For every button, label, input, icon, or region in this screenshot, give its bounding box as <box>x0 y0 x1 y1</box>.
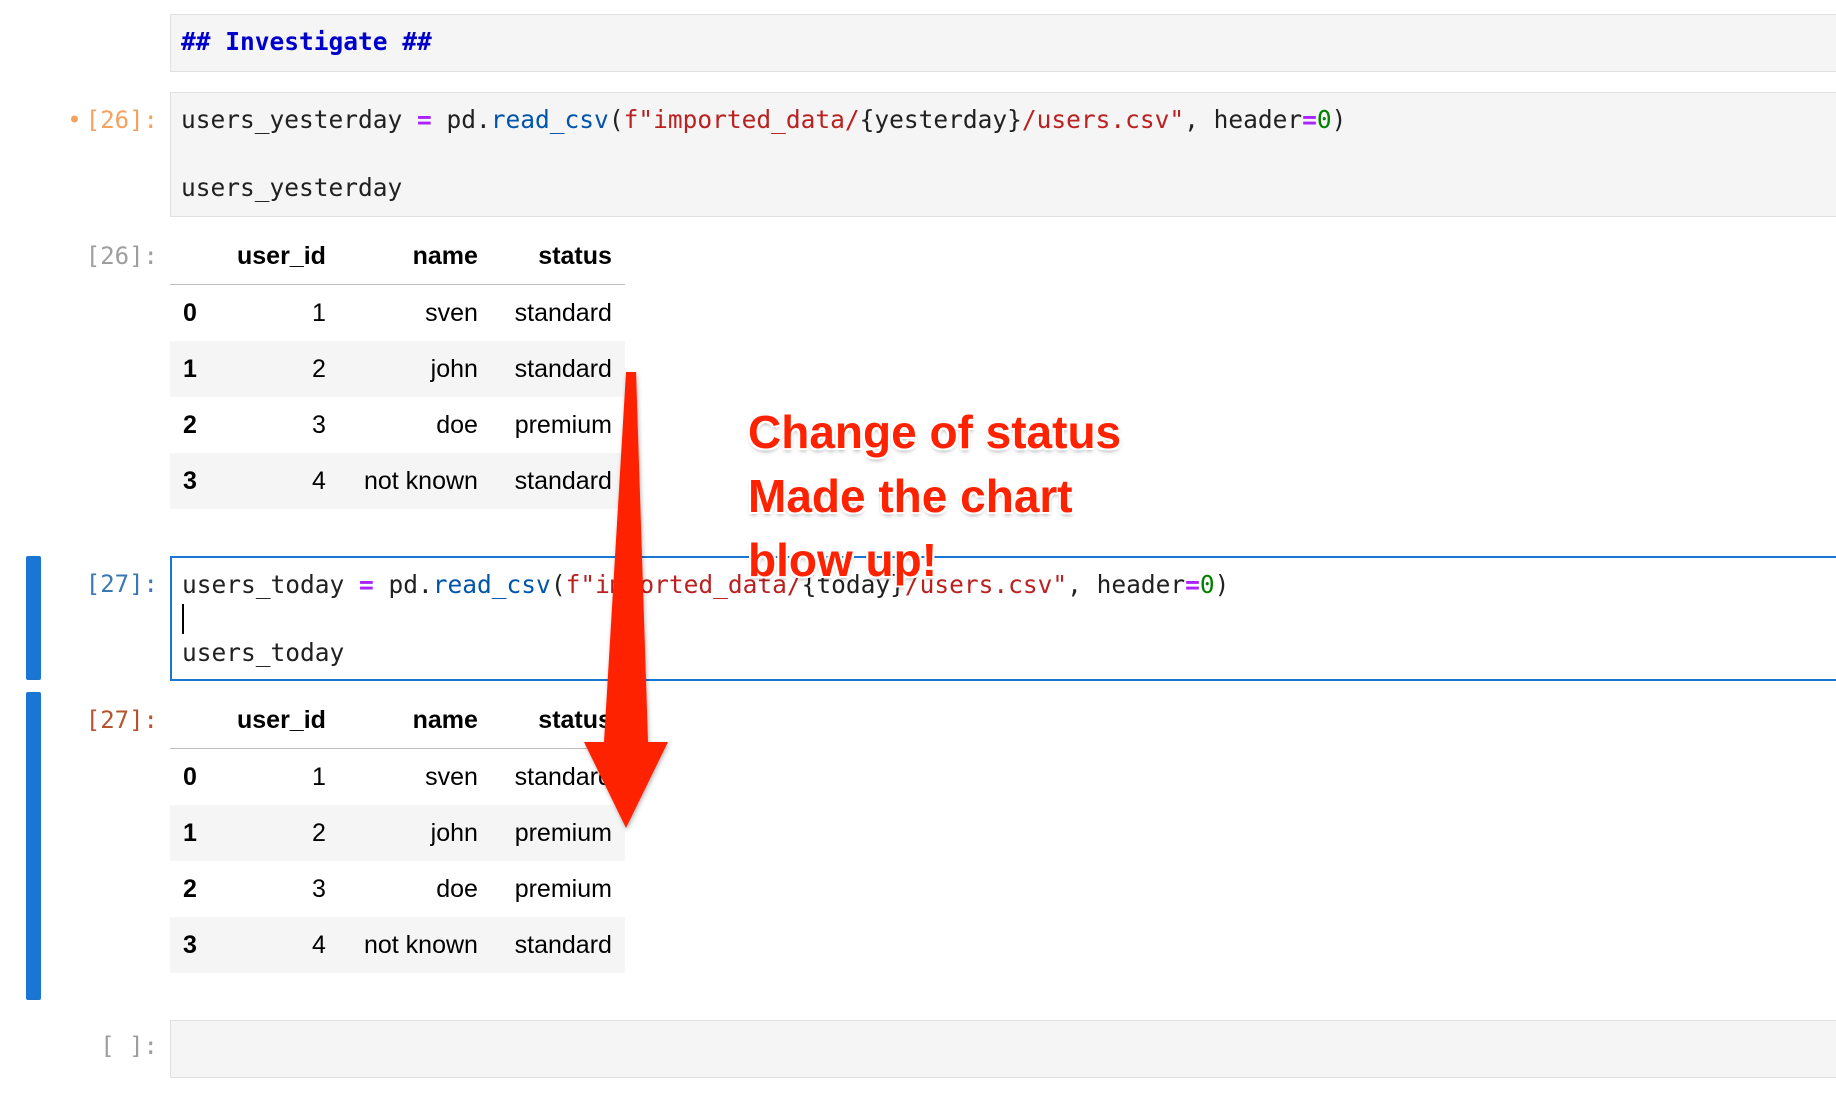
cell-26-in-prompt: • [26]: <box>40 106 158 134</box>
cell-user-id: 2 <box>312 818 326 847</box>
cell-status: premium <box>514 818 612 847</box>
cell-name: sven <box>425 298 478 327</box>
cell-name: not known <box>363 466 478 495</box>
annotation-line: blow up! <box>748 534 938 586</box>
row-index: 3 <box>183 466 197 495</box>
cell-name: sven <box>425 762 478 791</box>
column-header: status <box>490 228 625 285</box>
cell-name: john <box>430 818 478 847</box>
column-header: user_id <box>224 692 339 749</box>
cell-26-code-editor[interactable]: users_yesterday = pd.read_csv(f"imported… <box>170 92 1836 217</box>
cell-name: not known <box>363 930 478 959</box>
cell-27-code-line-2: users_today <box>182 638 345 667</box>
unsaved-dot-icon: • <box>67 106 82 134</box>
cell-name: john <box>430 354 478 383</box>
annotation-line: Made the chart <box>748 470 1073 522</box>
table-row: 0 1 sven standard <box>170 284 625 341</box>
row-index: 3 <box>183 930 197 959</box>
cell-user-id: 3 <box>312 410 326 439</box>
row-index: 2 <box>183 874 197 903</box>
table-row: 3 4 not known standard <box>170 917 625 973</box>
cell-name: doe <box>436 410 478 439</box>
cell-27-output-table: user_id name status 0 1 sven standard 1 … <box>170 692 625 973</box>
row-index: 1 <box>183 818 197 847</box>
markdown-heading: ## Investigate ## <box>181 27 432 56</box>
cell-26-output-table: user_id name status 0 1 sven standard 1 … <box>170 228 625 509</box>
cell-27-out-prompt: [27]: <box>85 706 158 734</box>
cell-user-id: 2 <box>312 354 326 383</box>
table-row: 2 3 doe premium <box>170 861 625 917</box>
index-header <box>170 692 224 749</box>
column-header: user_id <box>224 228 339 285</box>
table-header-row: user_id name status <box>170 228 625 285</box>
cell-status: standard <box>514 930 612 959</box>
active-cell-output-bar[interactable] <box>26 692 41 1000</box>
row-index: 1 <box>183 354 197 383</box>
cell-26-code-line-2: users_yesterday <box>181 173 403 202</box>
cell-user-id: 3 <box>312 874 326 903</box>
cell-user-id: 4 <box>312 466 326 495</box>
cell-status: standard <box>514 298 612 327</box>
row-index: 0 <box>183 762 197 791</box>
cell-user-id: 1 <box>312 298 326 327</box>
row-index: 0 <box>183 298 197 327</box>
cell-27-in-prompt: [27]: <box>85 570 158 598</box>
table-row: 3 4 not known standard <box>170 453 625 509</box>
cell-user-id: 1 <box>312 762 326 791</box>
cell-status: standard <box>514 762 612 791</box>
text-cursor <box>182 604 184 634</box>
table-row: 0 1 sven standard <box>170 748 625 805</box>
cell-26-in-prompt-label: [26]: <box>85 106 158 134</box>
row-index: 2 <box>183 410 197 439</box>
cell-name: doe <box>436 874 478 903</box>
table-header-row: user_id name status <box>170 692 625 749</box>
active-cell-input-bar[interactable] <box>26 556 41 680</box>
annotation-line: Change of status <box>748 406 1122 458</box>
index-header <box>170 228 224 285</box>
cell-26-code-line-1: users_yesterday = pd.read_csv(f"imported… <box>181 105 1347 134</box>
cell-status: premium <box>514 874 612 903</box>
table-row: 2 3 doe premium <box>170 397 625 453</box>
column-header: status <box>490 692 625 749</box>
column-header: name <box>338 228 491 285</box>
cell-status: premium <box>514 410 612 439</box>
table-row: 1 2 john premium <box>170 805 625 861</box>
column-header: name <box>338 692 491 749</box>
empty-cell-in-prompt: [ ]: <box>100 1032 158 1060</box>
cell-user-id: 4 <box>312 930 326 959</box>
table-row: 1 2 john standard <box>170 341 625 397</box>
markdown-cell[interactable]: ## Investigate ## <box>170 14 1836 72</box>
cell-status: standard <box>514 354 612 383</box>
annotation-text: Change of status Made the chart blow up! <box>748 400 1121 592</box>
empty-code-cell[interactable] <box>170 1020 1836 1078</box>
cell-status: standard <box>514 466 612 495</box>
cell-26-out-prompt: [26]: <box>85 242 158 270</box>
